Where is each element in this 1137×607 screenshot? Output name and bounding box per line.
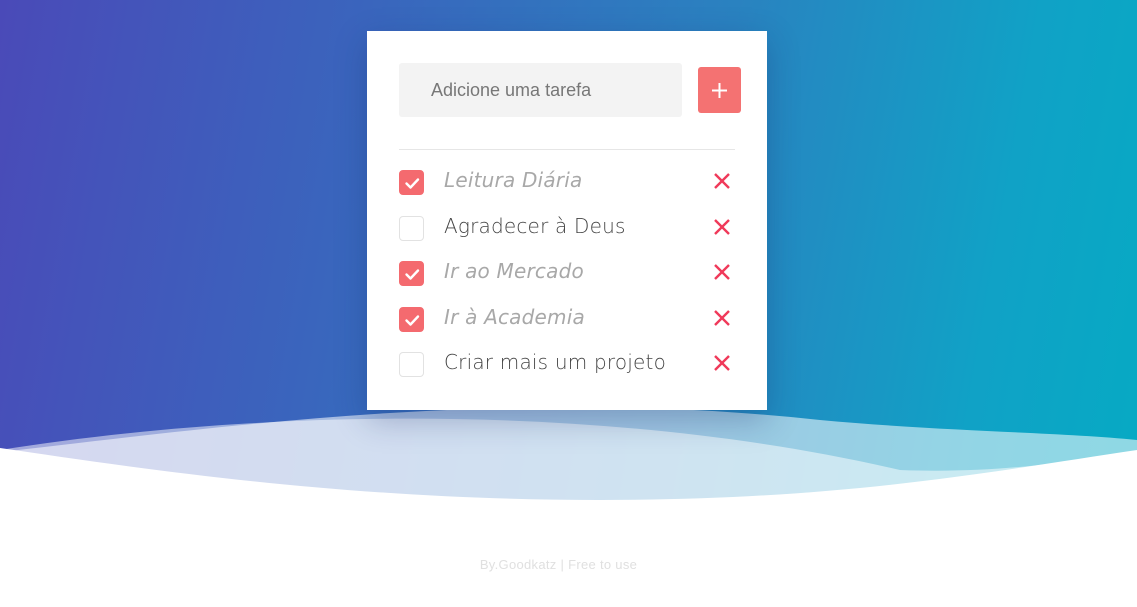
delete-task-button[interactable]: [712, 217, 732, 237]
check-icon: [405, 315, 420, 326]
delete-task-button[interactable]: [712, 171, 732, 191]
task-label: Agradecer à Deus: [444, 213, 626, 238]
close-icon: [714, 264, 730, 281]
page: Leitura Diária Agradecer à Deus: [0, 0, 1137, 607]
task-checkbox[interactable]: [399, 306, 424, 332]
footer-separator: |: [560, 557, 565, 572]
todo-card: Leitura Diária Agradecer à Deus: [367, 31, 767, 410]
task-item: Ir à Academia: [399, 298, 741, 344]
task-checkbox[interactable]: [399, 170, 424, 195]
add-task-button[interactable]: [698, 67, 741, 113]
delete-task-button[interactable]: [712, 353, 732, 373]
check-icon: [405, 178, 420, 189]
delete-task-button[interactable]: [712, 308, 732, 328]
plus-icon: [712, 82, 727, 98]
task-label: Criar mais um projeto: [444, 350, 667, 375]
task-item: Ir ao Mercado: [399, 252, 741, 298]
check-icon: [405, 269, 420, 280]
task-label: Ir à Academia: [444, 304, 585, 329]
task-list: Leitura Diária Agradecer à Deus Ir ao Me…: [399, 161, 741, 389]
task-item: Leitura Diária: [399, 161, 741, 207]
task-item: Agradecer à Deus: [399, 207, 741, 253]
footer: By.Goodkatz | Free to use: [0, 557, 1117, 572]
task-checkbox[interactable]: [399, 261, 424, 287]
close-icon: [714, 309, 730, 326]
task-checkbox[interactable]: [399, 352, 424, 378]
delete-task-button[interactable]: [712, 262, 732, 282]
close-icon: [714, 173, 730, 189]
task-item: Criar mais um projeto: [399, 343, 741, 389]
footer-author-link[interactable]: By.Goodkatz: [480, 557, 557, 572]
close-icon: [714, 355, 730, 372]
task-checkbox[interactable]: [399, 215, 424, 241]
footer-license: Free to use: [568, 557, 638, 572]
add-task-row: [399, 63, 741, 117]
task-label: Leitura Diária: [444, 168, 583, 192]
task-label: Ir ao Mercado: [444, 259, 584, 284]
add-task-input[interactable]: [399, 63, 682, 117]
close-icon: [714, 218, 730, 235]
divider: [399, 149, 735, 150]
